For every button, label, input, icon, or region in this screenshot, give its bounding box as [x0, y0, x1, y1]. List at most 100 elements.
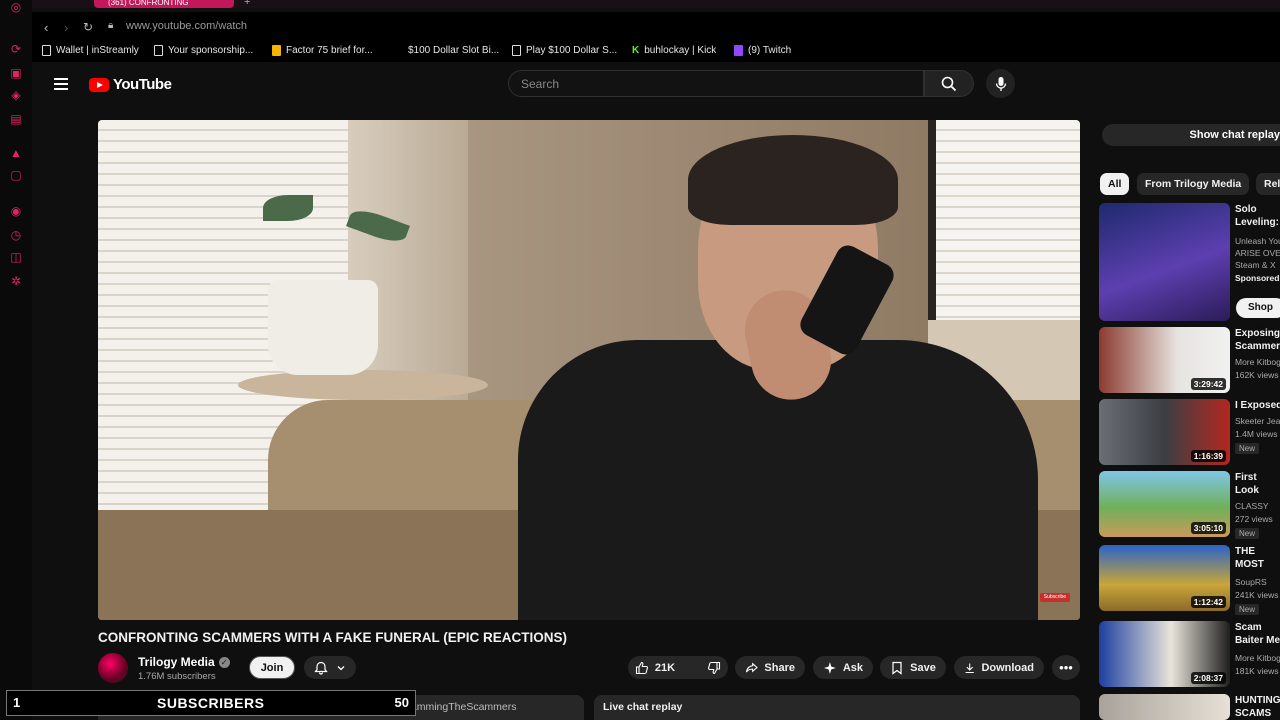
thumbs-up-icon	[635, 661, 648, 674]
join-button[interactable]: Join	[249, 656, 295, 679]
recommendation-title: Scam Baiter Me Redee	[1235, 622, 1280, 646]
bookmark-item[interactable]: Kbuhlockay | Kick	[632, 45, 716, 56]
download-label: Download	[981, 661, 1034, 674]
thumbs-down-icon	[708, 661, 721, 674]
bookmark-item[interactable]: $100 Dollar Slot Bi...	[408, 45, 499, 56]
subscriber-count: 1.76M subscribers	[138, 671, 216, 682]
recommendation-title: THE MOST ON RUNE	[1235, 546, 1264, 570]
recommendation-meta: 272 views	[1235, 514, 1273, 524]
recommendation-item[interactable]: 1:16:39 I Exposed Skeeter Jean 1.4M view…	[1099, 399, 1280, 465]
video-title: CONFRONTING SCAMMERS WITH A FAKE FUNERAL…	[98, 630, 567, 645]
search-button[interactable]	[924, 70, 974, 97]
recommendation-item[interactable]: 3:29:42 Exposing Scammers 3.5 hrs] More …	[1099, 327, 1280, 393]
shop-now-button[interactable]: Shop now	[1236, 298, 1280, 333]
address-bar[interactable]: www.youtube.com/watch	[126, 20, 247, 32]
player-icon[interactable]: ◉	[9, 204, 23, 218]
reload-icon[interactable]: ↻	[83, 20, 93, 34]
bookmark-item[interactable]: Your sponsorship...	[154, 45, 253, 56]
shopping-icon[interactable]: ▣	[9, 66, 23, 80]
settings-icon[interactable]: ✲	[9, 274, 23, 288]
notification-button[interactable]	[304, 656, 356, 679]
bookmark-item[interactable]: Factor 75 brief for...	[272, 45, 373, 56]
history-icon[interactable]: ◷	[9, 228, 23, 242]
bookmark-label: (9) Twitch	[748, 45, 792, 56]
recommendation-item[interactable]: 2:08:37 Scam Baiter Me Redee More Kitbog…	[1099, 621, 1280, 687]
bookmark-label: Play $100 Dollar S...	[526, 45, 618, 56]
bookmark-label: Wallet | inStreamly	[56, 45, 139, 56]
video-thumbnail: 3:05:10	[1099, 471, 1230, 537]
messenger-icon[interactable]: ◈	[9, 88, 23, 102]
save-button[interactable]: Save	[880, 656, 946, 679]
active-tab[interactable]: (361) CONFRONTING	[94, 0, 234, 8]
ai-icon[interactable]: ▲	[9, 146, 23, 160]
recommendation-meta: ARISE OVER	[1235, 248, 1280, 258]
goal-target: 50	[394, 695, 409, 710]
tab-strip: (361) CONFRONTING +	[32, 0, 1280, 8]
sparkle-icon	[823, 661, 836, 674]
bookmark-item[interactable]: (9) Twitch	[734, 45, 791, 56]
duration-badge: 3:05:10	[1190, 522, 1226, 534]
box-icon[interactable]: ◫	[9, 250, 23, 264]
video-frame-plant-pot	[268, 280, 378, 375]
like-button[interactable]: 21K	[625, 656, 685, 679]
video-thumbnail: 1:16:39	[1099, 399, 1230, 465]
new-tab-icon[interactable]: +	[244, 0, 250, 8]
duration-badge: 1:12:42	[1190, 596, 1226, 608]
youtube-logo[interactable]: YouTube	[89, 76, 172, 93]
back-icon[interactable]: ‹	[44, 20, 48, 35]
subscribe-watermark[interactable]: Subscribe	[1039, 593, 1070, 602]
recommendation-meta: CLASSY	[1235, 501, 1269, 511]
microphone-icon	[995, 76, 1006, 91]
bookmark-label: Your sponsorship...	[168, 45, 254, 56]
channel-avatar[interactable]	[98, 653, 128, 683]
tab-title: (361) CONFRONTING	[108, 0, 189, 7]
voice-search-button[interactable]	[986, 69, 1015, 98]
ask-button[interactable]: Ask	[813, 656, 873, 679]
menu-icon[interactable]	[54, 78, 68, 90]
channel-name-link[interactable]: Trilogy Media ✓	[138, 655, 230, 669]
chevron-down-icon	[337, 665, 345, 670]
goal-current: 1	[13, 695, 21, 710]
more-actions-icon[interactable]: •••	[1052, 655, 1080, 680]
goal-label: SUBSCRIBERS	[157, 695, 265, 711]
folder-icon	[272, 45, 281, 56]
video-player[interactable]: Subscribe	[98, 120, 1080, 620]
video-thumbnail: 1:12:42	[1099, 545, 1230, 611]
share-button[interactable]: Share	[735, 656, 805, 679]
app-sidebar-rail: ◎ ⟳ ▣ ◈ ▤ ▲ ▢ ◉ ◷ ◫ ✲	[0, 0, 32, 720]
chip-all[interactable]: All	[1100, 173, 1130, 195]
bookmark-icon	[892, 661, 902, 675]
refresh-icon[interactable]: ⟳	[9, 42, 23, 56]
search-box	[508, 70, 924, 97]
bookmark-item[interactable]: Wallet | inStreamly	[42, 45, 139, 56]
download-button[interactable]: Download	[954, 656, 1044, 679]
recommendation-item[interactable]: 1:12:42 THE MOST ON RUNE SoupRS 241K vie…	[1099, 545, 1280, 615]
chip-from-channel[interactable]: From Trilogy Media	[1137, 173, 1250, 195]
recommendation-meta: Unleash Your	[1235, 236, 1280, 246]
like-count: 21K	[654, 661, 676, 674]
opera-logo-icon[interactable]: ◎	[9, 0, 23, 14]
show-chat-replay-button[interactable]: Show chat replay	[1102, 124, 1280, 146]
recommendation-item[interactable]: HUNTING SCAMS	[1099, 694, 1280, 720]
verified-icon: ✓	[218, 656, 230, 668]
recommendation-meta: 1.4M views	[1235, 429, 1278, 439]
video-frame-person	[688, 135, 898, 225]
recommendation-title: Solo Leveling: ARISE OVERDRIVE	[1235, 204, 1279, 228]
forward-icon[interactable]: ›	[64, 20, 68, 35]
sponsored-label: Sponsored	[1235, 273, 1280, 283]
recommendation-meta: 241K views	[1235, 590, 1279, 600]
bookmark-item[interactable]: Play $100 Dollar S...	[512, 45, 617, 56]
kick-icon: K	[632, 45, 640, 56]
subscriber-goal-overlay: 1 SUBSCRIBERS 50	[6, 690, 416, 716]
video-frame-table	[238, 370, 488, 400]
share-icon	[745, 662, 758, 673]
chat-icon[interactable]: ▢	[9, 168, 23, 182]
video-icon[interactable]: ▤	[9, 112, 23, 126]
live-chat-replay-label: Live chat replay	[603, 701, 683, 713]
bookmark-label: buhlockay | Kick	[644, 45, 717, 56]
chip-related[interactable]: Related	[1256, 173, 1280, 195]
recommendation-title: Exposing Scammers 3.5 hrs]	[1235, 328, 1280, 352]
dislike-button[interactable]	[697, 656, 731, 679]
search-input[interactable]	[509, 71, 923, 96]
recommendation-item[interactable]: 3:05:10 First Look Pioneers CLASSY 272 v…	[1099, 471, 1280, 539]
